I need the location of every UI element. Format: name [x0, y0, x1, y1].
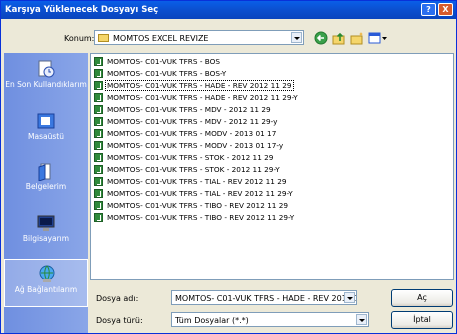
open-button[interactable]: Aç	[391, 289, 453, 307]
excel-file-icon	[94, 80, 103, 90]
place-documents[interactable]: Belgelerim	[4, 157, 88, 205]
excel-file-icon	[94, 212, 103, 222]
my-documents-icon	[38, 163, 51, 181]
views-menu-icon[interactable]	[368, 31, 388, 45]
file-name: MOMTOS- C01-VUK TFRS - MODV - 2013 01 17	[107, 128, 277, 138]
excel-file-icon	[94, 56, 103, 66]
file-name: MOMTOS- C01-VUK TFRS - STOK - 2012 11 29…	[107, 164, 280, 174]
excel-file-icon	[94, 116, 103, 126]
file-list-item[interactable]: MOMTOS- C01-VUK TFRS - TIAL - REV 2012 1…	[94, 188, 294, 199]
excel-file-icon	[94, 92, 103, 102]
recent-documents-icon	[38, 60, 55, 78]
file-list-item[interactable]: MOMTOS- C01-VUK TFRS - MDV - 2012 11 29-…	[94, 116, 278, 127]
place-recent-label: En Son Kullandıklarım	[5, 80, 87, 89]
place-documents-label: Belgelerim	[25, 182, 67, 191]
file-list-item[interactable]: MOMTOS- C01-VUK TFRS - HADE - REV 2012 1…	[94, 92, 299, 103]
place-desktop-label: Masaüstü	[28, 132, 64, 141]
excel-file-icon	[94, 152, 103, 162]
file-name: MOMTOS- C01-VUK TFRS - MDV - 2012 11 29	[107, 104, 271, 114]
excel-file-icon	[94, 68, 103, 78]
places-bar: En Son Kullandıklarım Masaüstü Belgeleri…	[4, 53, 88, 333]
file-name: MOMTOS- C01-VUK TFRS - BOS-Y	[107, 68, 227, 78]
excel-file-icon	[94, 104, 103, 114]
filetype-select[interactable]: Tüm Dosyalar (*.*)	[171, 312, 369, 327]
place-network[interactable]: Ağ Bağlantılarım	[4, 259, 88, 307]
file-name: MOMTOS- C01-VUK TFRS - TIAL - REV 2012 1…	[107, 188, 293, 198]
location-value: MOMTOS EXCEL REVIZE	[113, 34, 209, 43]
filetype-label: Dosya türü:	[96, 316, 143, 325]
place-computer[interactable]: Bilgisayarım	[4, 209, 88, 257]
excel-file-icon	[94, 200, 103, 210]
file-list-item[interactable]: MOMTOS- C01-VUK TFRS - MDV - 2012 11 29	[94, 104, 272, 115]
file-list-item[interactable]: MOMTOS- C01-VUK TFRS - TIBO - REV 2012 1…	[94, 200, 289, 211]
excel-file-icon	[94, 164, 103, 174]
back-icon[interactable]	[314, 31, 328, 45]
file-list-item[interactable]: MOMTOS- C01-VUK TFRS - TIBO - REV 2012 1…	[94, 212, 295, 223]
excel-file-icon	[94, 188, 103, 198]
file-name: MOMTOS- C01-VUK TFRS - BOS	[107, 56, 221, 66]
up-folder-icon[interactable]	[332, 31, 346, 45]
location-dropdown[interactable]: MOMTOS EXCEL REVIZE	[94, 30, 304, 45]
file-name: MOMTOS- C01-VUK TFRS - MDV - 2012 11 29-…	[107, 116, 278, 126]
excel-file-icon	[94, 140, 103, 150]
chevron-down-icon[interactable]	[291, 32, 302, 43]
place-recent[interactable]: En Son Kullandıklarım	[4, 55, 88, 103]
chevron-down-icon[interactable]	[356, 314, 367, 325]
file-list-item[interactable]: MOMTOS- C01-VUK TFRS - HADE - REV 2012 1…	[94, 79, 294, 91]
folder-icon	[98, 34, 109, 42]
help-button[interactable]: ?	[421, 3, 436, 16]
file-name: MOMTOS- C01-VUK TFRS - HADE - REV 2012 1…	[105, 79, 294, 91]
place-computer-label: Bilgisayarım	[22, 234, 70, 243]
file-list-item[interactable]: MOMTOS- C01-VUK TFRS - BOS-Y	[94, 68, 227, 79]
filename-value: MOMTOS- C01-VUK TFRS - HADE - REV 2012 1…	[175, 294, 356, 303]
my-computer-icon	[37, 215, 55, 231]
cancel-button[interactable]: İptal	[391, 311, 453, 329]
chevron-down-icon[interactable]	[344, 292, 355, 303]
location-label: Konum:	[64, 34, 95, 43]
file-name: MOMTOS- C01-VUK TFRS - TIBO - REV 2012 1…	[107, 200, 289, 210]
file-list-item[interactable]: MOMTOS- C01-VUK TFRS - TIAL - REV 2012 1…	[94, 176, 287, 187]
place-network-label: Ağ Bağlantılarım	[14, 285, 78, 294]
file-dialog-window: Karşıya Yüklenecek Dosyayı Seç ? X Konum…	[0, 0, 457, 334]
file-name: MOMTOS- C01-VUK TFRS - HADE - REV 2012 1…	[107, 92, 298, 102]
file-list-item[interactable]: MOMTOS- C01-VUK TFRS - STOK - 2012 11 29…	[94, 164, 281, 175]
place-desktop[interactable]: Masaüstü	[4, 107, 88, 155]
file-list-item[interactable]: MOMTOS- C01-VUK TFRS - BOS	[94, 56, 221, 67]
file-name: MOMTOS- C01-VUK TFRS - MODV - 2013 01 17…	[107, 140, 284, 150]
file-list-item[interactable]: MOMTOS- C01-VUK TFRS - STOK - 2012 11 29	[94, 152, 274, 163]
filename-input[interactable]: MOMTOS- C01-VUK TFRS - HADE - REV 2012 1…	[171, 290, 357, 305]
desktop-icon	[37, 113, 55, 129]
title-bar[interactable]: Karşıya Yüklenecek Dosyayı Seç ? X	[1, 1, 456, 19]
filetype-value: Tüm Dosyalar (*.*)	[175, 316, 249, 325]
file-name: MOMTOS- C01-VUK TFRS - TIBO - REV 2012 1…	[107, 212, 295, 222]
file-list-item[interactable]: MOMTOS- C01-VUK TFRS - MODV - 2013 01 17	[94, 128, 277, 139]
new-folder-icon[interactable]	[350, 31, 364, 45]
filename-label: Dosya adı:	[96, 294, 139, 303]
network-places-icon	[39, 265, 55, 282]
excel-file-icon	[94, 128, 103, 138]
excel-file-icon	[94, 176, 103, 186]
file-name: MOMTOS- C01-VUK TFRS - STOK - 2012 11 29	[107, 152, 274, 162]
close-button[interactable]: X	[438, 3, 453, 16]
file-name: MOMTOS- C01-VUK TFRS - TIAL - REV 2012 1…	[107, 176, 287, 186]
window-title: Karşıya Yüklenecek Dosyayı Seç	[5, 5, 159, 15]
file-list[interactable]: MOMTOS- C01-VUK TFRS - BOS MOMTOS- C01-VU…	[90, 53, 454, 280]
file-list-item[interactable]: MOMTOS- C01-VUK TFRS - MODV - 2013 01 17…	[94, 140, 284, 151]
